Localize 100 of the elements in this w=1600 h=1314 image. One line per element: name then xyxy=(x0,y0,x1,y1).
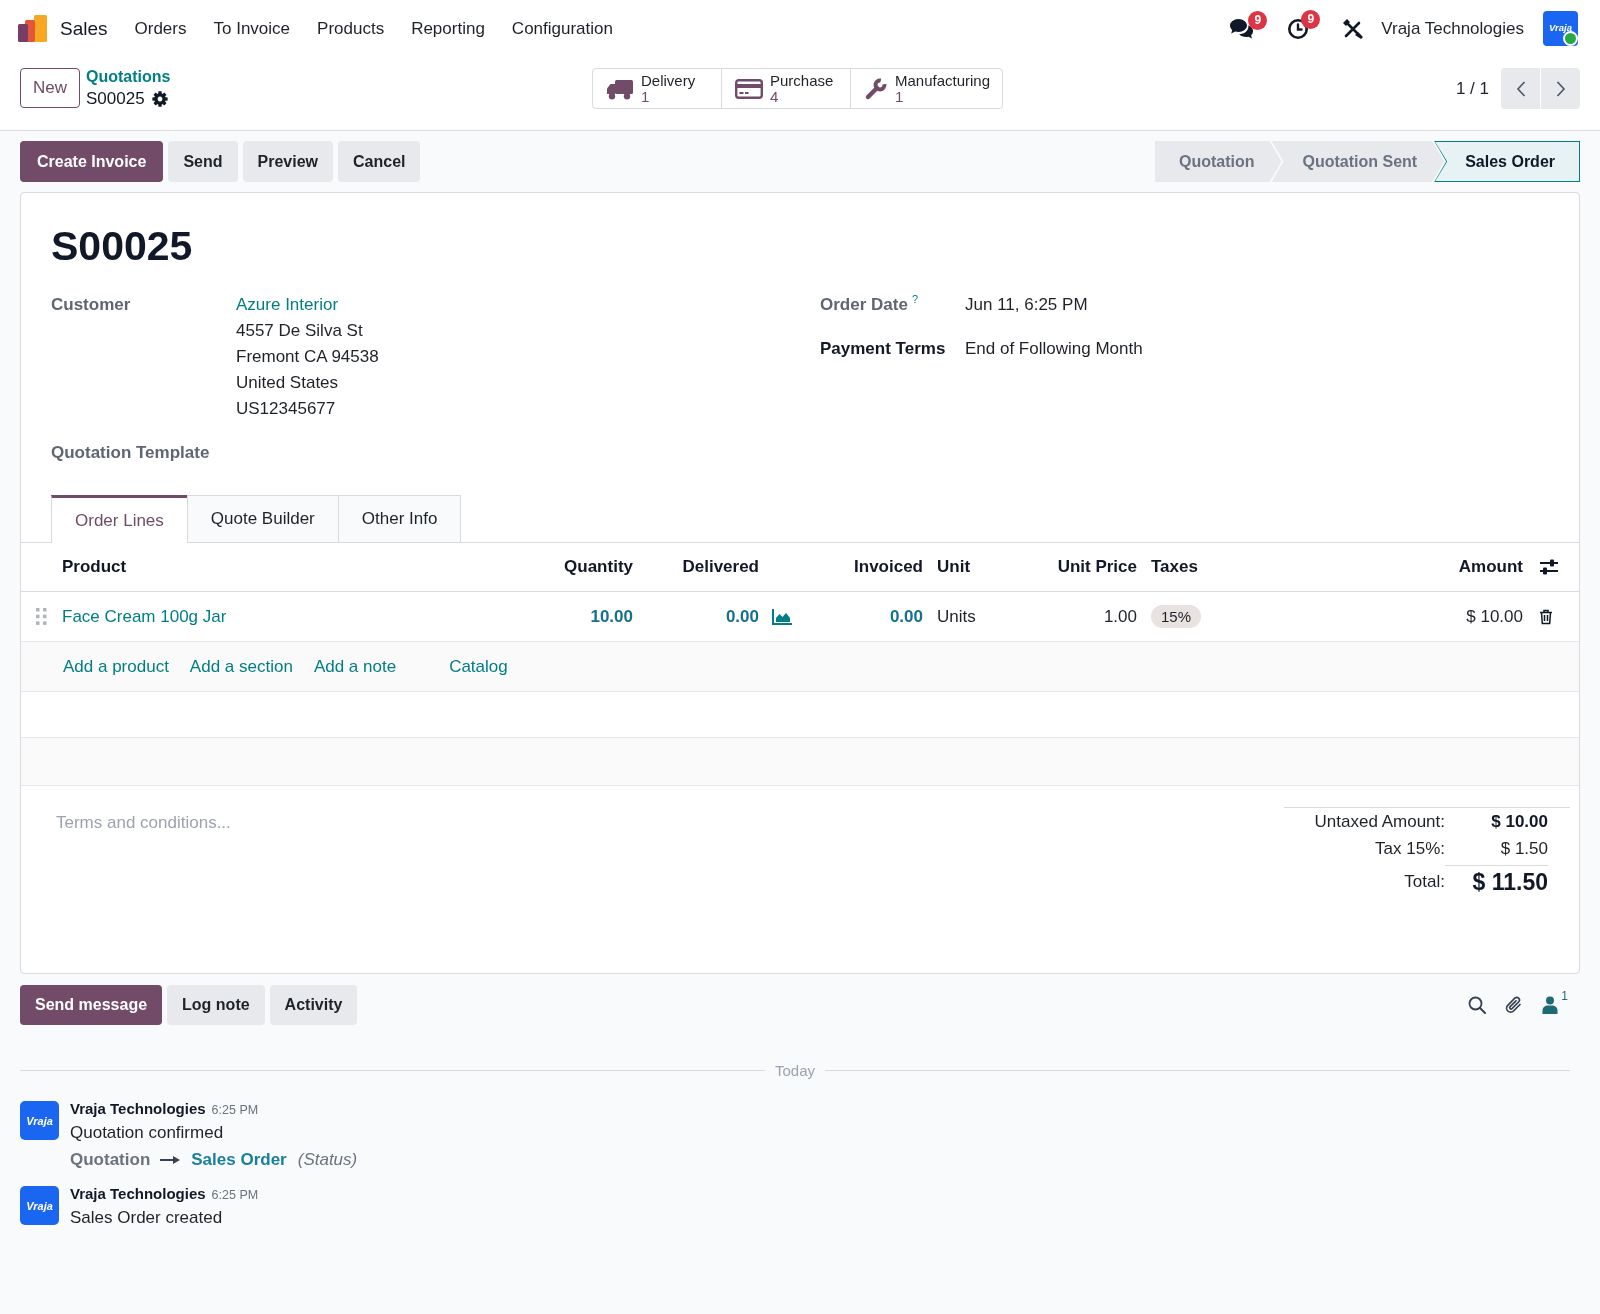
tax-tag: 15% xyxy=(1151,605,1202,628)
table-cell: 10.00 xyxy=(590,606,633,627)
field-label: Quotation Template xyxy=(51,442,210,464)
arrow-icon xyxy=(160,1155,182,1165)
record-title: S00025 xyxy=(51,222,193,271)
total-value: $ 11.50 xyxy=(1472,869,1548,896)
table-cell: 1.00 xyxy=(1103,606,1137,627)
column-header: Quantity xyxy=(564,557,633,577)
smart-button[interactable]: Purchase 4 xyxy=(721,68,851,109)
field-label: Payment Terms xyxy=(820,338,946,360)
total-value: $ 10.00 xyxy=(1491,811,1548,832)
status-step[interactable]: Quotation xyxy=(1154,141,1282,182)
tab[interactable]: Quote Builder xyxy=(186,495,339,542)
field-value: End of Following Month xyxy=(965,338,1143,360)
breadcrumb-current: S00025 xyxy=(86,88,145,110)
menu-item[interactable]: To Invoice xyxy=(213,18,291,39)
breadcrumb-link[interactable]: Quotations xyxy=(86,66,171,88)
table-cell: 0.00 xyxy=(889,606,923,627)
column-header: Unit xyxy=(937,557,971,577)
menu-item[interactable]: Configuration xyxy=(511,18,613,39)
menu-item[interactable]: Orders xyxy=(134,18,187,39)
tools-icon[interactable] xyxy=(1342,17,1365,40)
app-name[interactable]: Sales xyxy=(60,17,108,40)
notification-badge: 9 xyxy=(1301,9,1321,29)
total-value: $ 1.50 xyxy=(1500,838,1548,859)
gear-icon[interactable] xyxy=(151,91,168,107)
pager-value[interactable]: 1 / 1 xyxy=(1455,78,1489,99)
column-header: Product xyxy=(62,557,127,577)
chatter-button[interactable]: Activity xyxy=(269,985,358,1025)
avatar-logo-text: Vraja xyxy=(26,1199,53,1212)
column-header: Unit Price xyxy=(1057,557,1137,577)
notification-badge: 9 xyxy=(1248,11,1268,30)
table-cell: 0.00 xyxy=(725,606,759,627)
chevron-left-icon xyxy=(1515,80,1526,97)
smart-button[interactable]: Manufacturing 1 xyxy=(850,68,1004,109)
new-button[interactable]: New xyxy=(20,68,80,108)
table-cell: $ 10.00 xyxy=(1466,606,1523,627)
chatter-button[interactable]: Send message xyxy=(20,985,163,1025)
clock-icon[interactable] xyxy=(1287,17,1310,40)
date-separator: Today xyxy=(774,1061,816,1079)
column-header: Amount xyxy=(1458,557,1523,577)
help-mark[interactable]: ? xyxy=(911,292,918,306)
field-value: 4557 De Silva St xyxy=(236,320,363,342)
chatter-button[interactable]: Log note xyxy=(167,985,265,1025)
menu-item[interactable]: Products xyxy=(317,18,385,39)
tracking-old-value: Quotation xyxy=(70,1149,151,1171)
action-button[interactable]: Preview xyxy=(242,141,333,182)
avatar-logo-text: Vraja xyxy=(1548,21,1573,33)
wrench-icon xyxy=(864,76,888,101)
message-body: Quotation confirmed xyxy=(70,1122,224,1144)
terms-field[interactable]: Terms and conditions... xyxy=(56,810,656,836)
tab[interactable]: Order Lines xyxy=(51,495,188,543)
column-header: Taxes xyxy=(1151,557,1198,577)
field-value: US12345677 xyxy=(236,398,336,420)
message-author: Vraja Technologies xyxy=(70,1099,206,1119)
product-link[interactable]: Face Cream 100g Jar xyxy=(62,606,227,627)
status-step[interactable]: Quotation Sent xyxy=(1271,141,1445,182)
total-label: Untaxed Amount: xyxy=(1314,811,1445,832)
field-value: United States xyxy=(236,372,339,394)
field-label: Order Date xyxy=(820,294,908,316)
action-button[interactable]: Create Invoice xyxy=(20,141,164,182)
drag-handle-icon[interactable] xyxy=(36,608,47,625)
status-step[interactable]: Sales Order xyxy=(1434,141,1580,182)
field-value: Fremont CA 94538 xyxy=(236,346,379,368)
catalog-link[interactable]: Catalog xyxy=(449,656,508,677)
company-name[interactable]: Vraja Technologies xyxy=(1381,18,1524,39)
sliders-icon[interactable] xyxy=(1539,559,1559,575)
trash-icon[interactable] xyxy=(1539,608,1553,625)
add-line-link[interactable]: Add a product xyxy=(63,656,169,677)
area-chart-icon[interactable] xyxy=(772,608,792,625)
field-label: Customer xyxy=(51,294,131,316)
tab[interactable]: Other Info xyxy=(337,495,462,542)
customer-link[interactable]: Azure Interior xyxy=(236,292,339,318)
action-button[interactable]: Cancel xyxy=(338,141,421,182)
message-time: 6:25 PM xyxy=(211,1102,259,1119)
total-label: Tax 15%: xyxy=(1375,838,1445,859)
truck-icon xyxy=(606,77,634,100)
message-body: Sales Order created xyxy=(70,1207,223,1229)
action-button[interactable]: Send xyxy=(168,141,238,182)
column-header: Invoiced xyxy=(854,557,923,577)
credit-card-icon xyxy=(735,77,763,100)
field-value: Jun 11, 6:25 PM xyxy=(965,294,1088,316)
search-icon[interactable] xyxy=(1468,996,1487,1014)
chevron-right-icon xyxy=(1555,80,1566,97)
chat-bubbles-icon[interactable] xyxy=(1229,18,1254,39)
company-avatar[interactable]: Vraja xyxy=(1543,11,1578,46)
avatar-logo-text: Vraja xyxy=(26,1114,53,1127)
paperclip-icon[interactable] xyxy=(1505,995,1524,1015)
menu-item[interactable]: Reporting xyxy=(411,18,485,39)
tracking-field: (Status) xyxy=(297,1146,358,1174)
message-author: Vraja Technologies xyxy=(70,1184,206,1204)
add-line-link[interactable]: Add a section xyxy=(189,656,293,677)
table-cell: Units xyxy=(937,606,976,627)
smart-button[interactable]: Delivery 1 xyxy=(592,68,722,109)
person-icon[interactable] xyxy=(1542,996,1559,1014)
followers-count[interactable]: 1 xyxy=(1561,989,1568,1003)
column-header: Delivered xyxy=(682,557,759,577)
tracking-new-value: Sales Order xyxy=(191,1149,287,1171)
add-line-link[interactable]: Add a note xyxy=(313,656,397,677)
sales-app-logo-icon[interactable] xyxy=(18,15,47,42)
